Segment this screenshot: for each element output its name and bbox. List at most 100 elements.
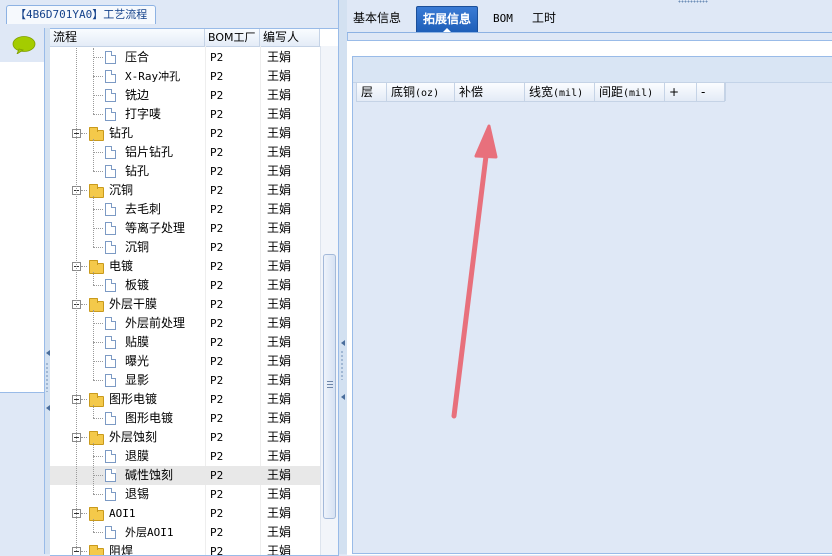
collapse-left-arrow-icon[interactable]: [341, 340, 345, 346]
folder-icon: [89, 507, 104, 521]
author-cell: 王娟: [267, 107, 292, 121]
document-icon: [105, 241, 116, 254]
tab-extended-info[interactable]: 拓展信息: [416, 6, 479, 32]
tree-step-row[interactable]: 退锡 P2 王娟: [50, 485, 320, 504]
tree-step-row[interactable]: 外层AOI1 P2 王娟: [50, 523, 320, 542]
document-icon: [105, 203, 116, 216]
column-header-filler: [320, 29, 338, 46]
tree-step-row[interactable]: 显影 P2 王娟: [50, 371, 320, 390]
bom-factory-cell: P2: [210, 51, 224, 64]
tab-basic-info[interactable]: 基本信息: [347, 6, 407, 31]
tree-step-label: 碱性蚀刻: [125, 468, 174, 482]
tree-step-row[interactable]: 图形电镀 P2 王娟: [50, 409, 320, 428]
remove-column-button[interactable]: -: [697, 83, 726, 101]
collapse-left-arrow-icon[interactable]: [341, 394, 345, 400]
bom-factory-cell: P2: [210, 355, 224, 368]
author-cell: 王娟: [267, 145, 292, 159]
tab-work-hours[interactable]: 工时: [526, 6, 562, 31]
vertical-scrollbar[interactable]: [320, 46, 338, 555]
tree-group-row[interactable]: 沉铜 P2 王娟: [50, 181, 320, 200]
column-header-line-width[interactable]: 线宽(mil): [525, 83, 595, 101]
bom-factory-cell: P2: [210, 298, 224, 311]
tree-step-label: 板镀: [125, 278, 150, 292]
tree-step-row[interactable]: 等离子处理 P2 王娟: [50, 219, 320, 238]
author-cell: 王娟: [267, 164, 292, 178]
document-icon: [105, 89, 116, 102]
tree-group-label: 电镀: [109, 259, 134, 273]
tree-connector: [93, 310, 94, 380]
author-cell: 王娟: [267, 240, 292, 254]
tree-step-row[interactable]: 打字唛 P2 王娟: [50, 105, 320, 124]
document-icon: [105, 374, 116, 387]
tree-connector: [93, 380, 103, 381]
tab-bom[interactable]: BOM: [487, 6, 519, 31]
bom-factory-cell: P2: [210, 222, 224, 235]
tree-step-row[interactable]: 沉铜 P2 王娟: [50, 238, 320, 257]
column-header-base-copper[interactable]: 底铜(oz): [387, 83, 455, 101]
tree-step-row[interactable]: 曝光 P2 王娟: [50, 352, 320, 371]
tree-step-row[interactable]: X-Ray冲孔 P2 王娟: [50, 67, 320, 86]
bom-factory-cell: P2: [210, 108, 224, 121]
document-icon: [105, 108, 116, 121]
grid-header: 流程 BOM工厂 编写人: [50, 29, 320, 47]
tree-group-row[interactable]: 图形电镀 P2 王娟: [50, 390, 320, 409]
tree-step-row[interactable]: 外层前处理 P2 王娟: [50, 314, 320, 333]
document-icon: [105, 70, 116, 83]
tree-step-row[interactable]: 钻孔 P2 王娟: [50, 162, 320, 181]
column-header-layer[interactable]: 层: [357, 83, 387, 101]
tree-group-row[interactable]: 电镀 P2 王娟: [50, 257, 320, 276]
tree-step-row[interactable]: 铣边 P2 王娟: [50, 86, 320, 105]
column-header-bom-factory[interactable]: BOM工厂: [205, 29, 260, 46]
bom-factory-cell: P2: [210, 146, 224, 159]
column-header-spacing[interactable]: 间距(mil): [595, 83, 665, 101]
author-cell: 王娟: [267, 126, 292, 140]
tree-step-label: 退锡: [125, 487, 150, 501]
annotation-arrow-icon: [451, 124, 498, 419]
tree-step-row[interactable]: 铝片钻孔 P2 王娟: [50, 143, 320, 162]
tree-step-row[interactable]: 贴膜 P2 王娟: [50, 333, 320, 352]
process-tree-grid[interactable]: 流程 BOM工厂 编写人 压合 P2 王娟 X-Ray冲孔 P2 王娟 铣边 P2 王娟 打字唛 P…: [50, 28, 339, 556]
scrollbar-grip: [327, 381, 333, 388]
tree-connector: [93, 456, 103, 457]
scrollbar-thumb[interactable]: [323, 254, 336, 519]
tree-step-row[interactable]: 退膜 P2 王娟: [50, 447, 320, 466]
folder-icon: [89, 393, 104, 407]
tree-connector: [93, 323, 103, 324]
column-header-flow[interactable]: 流程: [50, 29, 205, 46]
tree-step-row[interactable]: 压合 P2 王娟: [50, 48, 320, 67]
tree-connector: [93, 342, 103, 343]
speech-bubble-icon[interactable]: [12, 36, 36, 54]
tree-connector: [93, 285, 103, 286]
document-icon: [105, 412, 116, 425]
tree-step-row[interactable]: 碱性蚀刻 P2 王娟: [50, 466, 320, 485]
extended-info-panel: [352, 56, 832, 554]
bom-factory-cell: P2: [210, 184, 224, 197]
tree-step-label: 铣边: [125, 88, 150, 102]
tree-step-label: 曝光: [125, 354, 150, 368]
detail-tab-bar: 基本信息 拓展信息 BOM 工时: [347, 0, 832, 33]
author-cell: 王娟: [267, 335, 292, 349]
top-collapse-grip[interactable]: [678, 0, 708, 3]
tree-group-row[interactable]: 外层干膜 P2 王娟: [50, 295, 320, 314]
bom-factory-cell: P2: [210, 526, 224, 539]
folder-icon: [89, 184, 104, 198]
column-header-author[interactable]: 编写人: [260, 29, 320, 46]
tree-connector: [81, 190, 87, 191]
tree-connector: [93, 494, 103, 495]
tree-step-row[interactable]: 板镀 P2 王娟: [50, 276, 320, 295]
bom-factory-cell: P2: [210, 317, 224, 330]
document-icon: [105, 526, 116, 539]
add-column-button[interactable]: +: [665, 83, 697, 101]
tree-step-label: 铝片钻孔: [125, 145, 174, 159]
tree-group-row[interactable]: AOI1 P2 王娟: [50, 504, 320, 523]
tree-group-row[interactable]: 外层蚀刻 P2 王娟: [50, 428, 320, 447]
bom-factory-cell: P2: [210, 203, 224, 216]
tree-connector: [81, 437, 87, 438]
tree-group-row[interactable]: 钻孔 P2 王娟: [50, 124, 320, 143]
column-header-compensation[interactable]: 补偿: [455, 83, 525, 101]
tree-step-row[interactable]: 去毛刺 P2 王娟: [50, 200, 320, 219]
bom-factory-cell: P2: [210, 127, 224, 140]
tree-connector: [93, 519, 94, 532]
document-icon: [105, 51, 116, 64]
document-icon: [105, 146, 116, 159]
